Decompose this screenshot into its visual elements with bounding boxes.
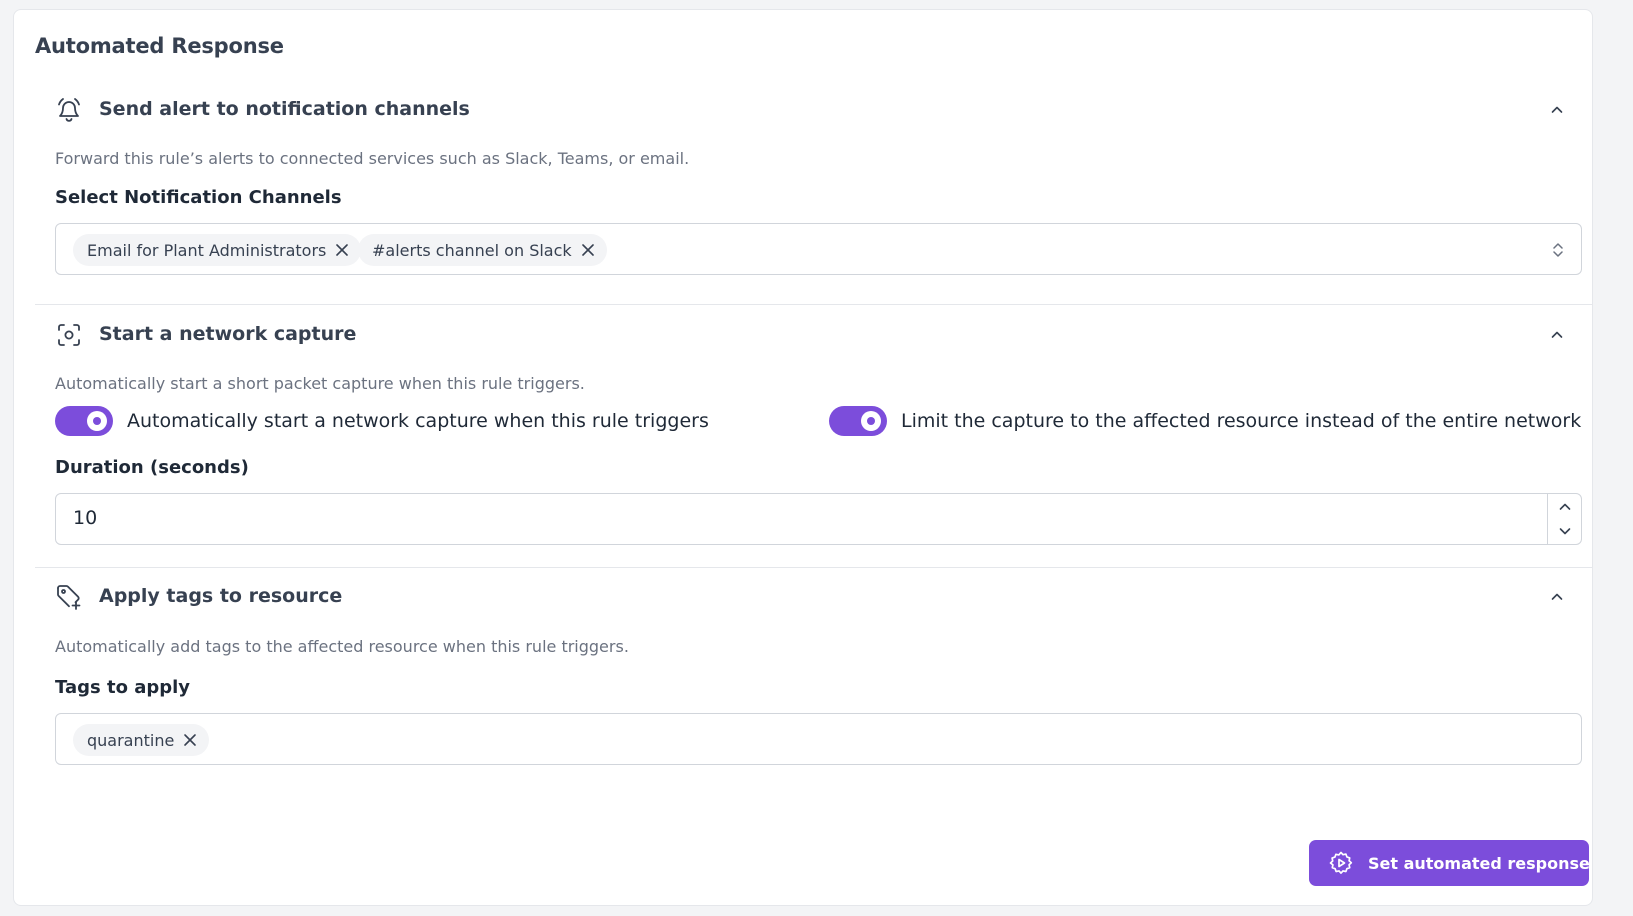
network-capture-section: Start a network capture Automatically st… (35, 304, 1593, 567)
chevron-up-icon[interactable] (1549, 327, 1565, 343)
duration-stepper (1547, 494, 1581, 544)
notification-channels-section: Send alert to notification channels Forw… (35, 90, 1593, 304)
notification-channels-label: Select Notification Channels (55, 187, 342, 208)
auto-capture-label: Automatically start a network capture wh… (127, 410, 709, 432)
section-description: Forward this rule’s alerts to connected … (55, 149, 690, 168)
duration-value[interactable]: 10 (73, 507, 97, 529)
apply-tags-header[interactable]: Apply tags to resource (55, 583, 1565, 619)
channel-chip: #alerts channel on Slack (358, 234, 607, 266)
section-title: Start a network capture (99, 323, 357, 345)
duration-input[interactable]: 10 (55, 493, 1582, 545)
auto-capture-toggle-row: Automatically start a network capture wh… (55, 406, 709, 436)
notification-channels-select[interactable]: Email for Plant Administrators #alerts c… (55, 223, 1582, 275)
notification-channels-header[interactable]: Send alert to notification channels (55, 96, 1565, 132)
card-title: Automated Response (35, 34, 284, 58)
decrement-chevron-down-icon[interactable] (1557, 523, 1573, 539)
limit-capture-toggle[interactable] (829, 406, 887, 436)
auto-capture-toggle[interactable] (55, 406, 113, 436)
chip-label: quarantine (87, 730, 175, 750)
gear-play-icon (1328, 850, 1354, 876)
close-icon[interactable] (183, 733, 197, 747)
close-icon[interactable] (581, 243, 595, 257)
section-description: Automatically start a short packet captu… (55, 374, 585, 393)
channel-chip: Email for Plant Administrators (73, 234, 362, 266)
submit-label: Set automated response (1368, 853, 1590, 873)
set-automated-response-button[interactable]: Set automated response (1309, 840, 1590, 886)
chip-label: Email for Plant Administrators (87, 240, 327, 260)
scan-capture-icon (55, 321, 83, 349)
chip-label: #alerts channel on Slack (372, 240, 572, 260)
section-title: Apply tags to resource (99, 585, 343, 607)
tags-label: Tags to apply (55, 677, 191, 698)
duration-label: Duration (seconds) (55, 457, 249, 478)
chevron-up-icon[interactable] (1549, 589, 1565, 605)
apply-tags-section: Apply tags to resource Automatically add… (35, 567, 1593, 807)
close-icon[interactable] (335, 243, 349, 257)
tag-plus-icon (55, 583, 83, 611)
bell-ring-icon (55, 96, 83, 124)
network-capture-header[interactable]: Start a network capture (55, 321, 1565, 357)
limit-capture-label: Limit the capture to the affected resour… (901, 410, 1582, 432)
chevron-up-down-icon[interactable] (1551, 240, 1565, 260)
limit-capture-toggle-row: Limit the capture to the affected resour… (829, 406, 1581, 436)
chevron-up-icon[interactable] (1549, 102, 1565, 118)
section-title: Send alert to notification channels (99, 98, 470, 120)
section-description: Automatically add tags to the affected r… (55, 637, 629, 656)
tag-chip: quarantine (73, 724, 210, 756)
automated-response-card: Automated Response Send alert to notific… (13, 9, 1593, 906)
increment-chevron-up-icon[interactable] (1557, 499, 1573, 515)
tags-input[interactable]: quarantine (55, 713, 1582, 765)
